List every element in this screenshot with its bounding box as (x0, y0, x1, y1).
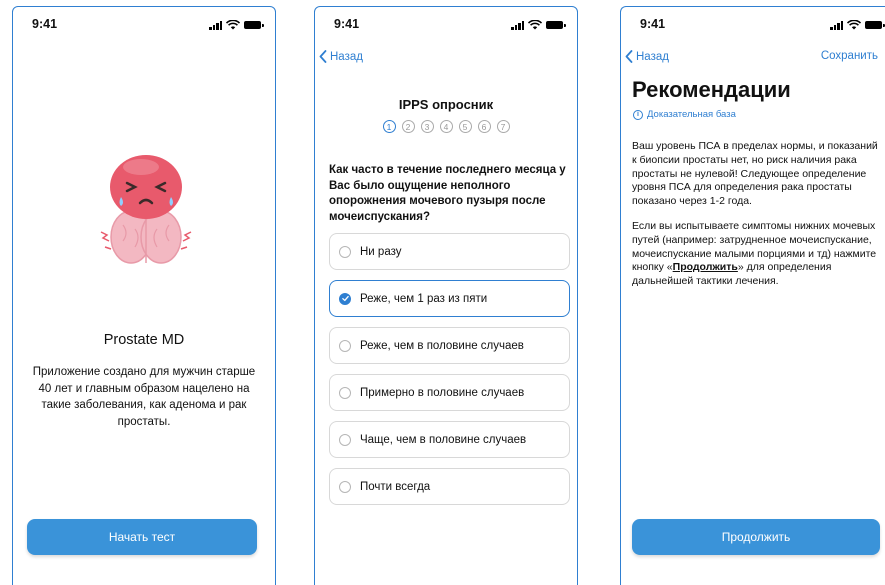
answer-option[interactable]: Ни разу (329, 233, 570, 270)
recommendation-text: Ваш уровень ПСА в пределах нормы, и пока… (632, 140, 882, 300)
step-indicator: 1 2 3 4 5 6 7 (315, 120, 577, 133)
status-icons (209, 20, 264, 30)
step-3: 3 (420, 120, 434, 133)
answer-label: Реже, чем 1 раз из пяти (360, 292, 488, 305)
recommendation-paragraph-1: Ваш уровень ПСА в пределах нормы, и пока… (632, 140, 878, 208)
step-2: 2 (401, 120, 415, 133)
back-button[interactable]: Назад (319, 50, 363, 63)
status-bar: 9:41 (13, 17, 275, 35)
back-label: Назад (330, 50, 363, 63)
step-7: 7 (496, 120, 510, 133)
radio-unchecked-icon (339, 245, 351, 258)
status-icons (830, 20, 885, 30)
wifi-icon (528, 20, 542, 30)
app-description: Приложение создано для мужчин старше 40 … (32, 366, 256, 428)
answer-label: Реже, чем в половине случаев (360, 339, 524, 352)
answer-option[interactable]: Почти всегда (329, 468, 570, 505)
start-test-button[interactable]: Начать тест (27, 519, 257, 555)
answer-label: Примерно в половине случаев (360, 386, 525, 399)
page-title: Рекомендации (632, 77, 791, 102)
step-5: 5 (458, 120, 472, 133)
welcome-screen: 9:41 Prostate MD Приложение создано для … (12, 6, 276, 585)
status-bar: 9:41 (315, 17, 577, 35)
app-title: Prostate MD (103, 332, 185, 348)
answer-option[interactable]: Реже, чем в половине случаев (329, 327, 570, 364)
radio-unchecked-icon (339, 339, 351, 352)
answer-option-selected[interactable]: Реже, чем 1 раз из пяти (329, 280, 570, 317)
step-1: 1 (382, 120, 396, 133)
status-time: 9:41 (640, 17, 666, 31)
answer-label: Ни разу (360, 245, 402, 258)
status-time: 9:41 (32, 17, 58, 31)
cellular-signal-icon (830, 20, 843, 30)
continue-button[interactable]: Продолжить (632, 519, 880, 555)
survey-title: IPPS опросник (398, 97, 494, 112)
step-6: 6 (477, 120, 491, 133)
back-label: Назад (636, 50, 669, 63)
cellular-signal-icon (511, 20, 524, 30)
cellular-signal-icon (209, 20, 222, 30)
step-4: 4 (439, 120, 453, 133)
status-icons (511, 20, 566, 30)
recommendations-screen: 9:41 Назад Сохранить Рекомендации i Дока… (620, 6, 885, 585)
radio-unchecked-icon (339, 386, 351, 399)
wifi-icon (226, 20, 240, 30)
question-text: Как часто в течение последнего месяца у … (329, 164, 566, 223)
chevron-left-icon (625, 50, 633, 63)
chevron-left-icon (319, 50, 327, 63)
battery-icon (546, 21, 566, 29)
answer-label: Почти всегда (360, 480, 431, 493)
radio-checked-icon (339, 292, 351, 305)
evidence-label: Доказательная база (647, 109, 736, 120)
info-icon: i (633, 109, 643, 120)
status-bar: 9:41 (621, 17, 885, 35)
back-button[interactable]: Назад (625, 50, 669, 63)
answer-label: Чаще, чем в половине случаев (360, 433, 527, 446)
save-button[interactable]: Сохранить (821, 50, 878, 62)
radio-unchecked-icon (339, 433, 351, 446)
answer-option[interactable]: Чаще, чем в половине случаев (329, 421, 570, 458)
continue-link[interactable]: Продолжить (673, 261, 738, 273)
battery-icon (865, 21, 885, 29)
sad-prostate-mascot-icon (100, 155, 192, 264)
answer-options: Ни разу Реже, чем 1 раз из пяти Реже, че… (329, 233, 570, 515)
answer-option[interactable]: Примерно в половине случаев (329, 374, 570, 411)
wifi-icon (847, 20, 861, 30)
battery-icon (244, 21, 264, 29)
recommendation-paragraph-2: Если вы испытываете симптомы нижних моче… (632, 220, 882, 289)
evidence-link[interactable]: i Доказательная база (633, 109, 736, 120)
status-time: 9:41 (334, 17, 360, 31)
survey-screen: 9:41 Назад IPPS опросник 1 2 3 4 5 6 7 К… (314, 6, 578, 585)
radio-unchecked-icon (339, 480, 351, 493)
